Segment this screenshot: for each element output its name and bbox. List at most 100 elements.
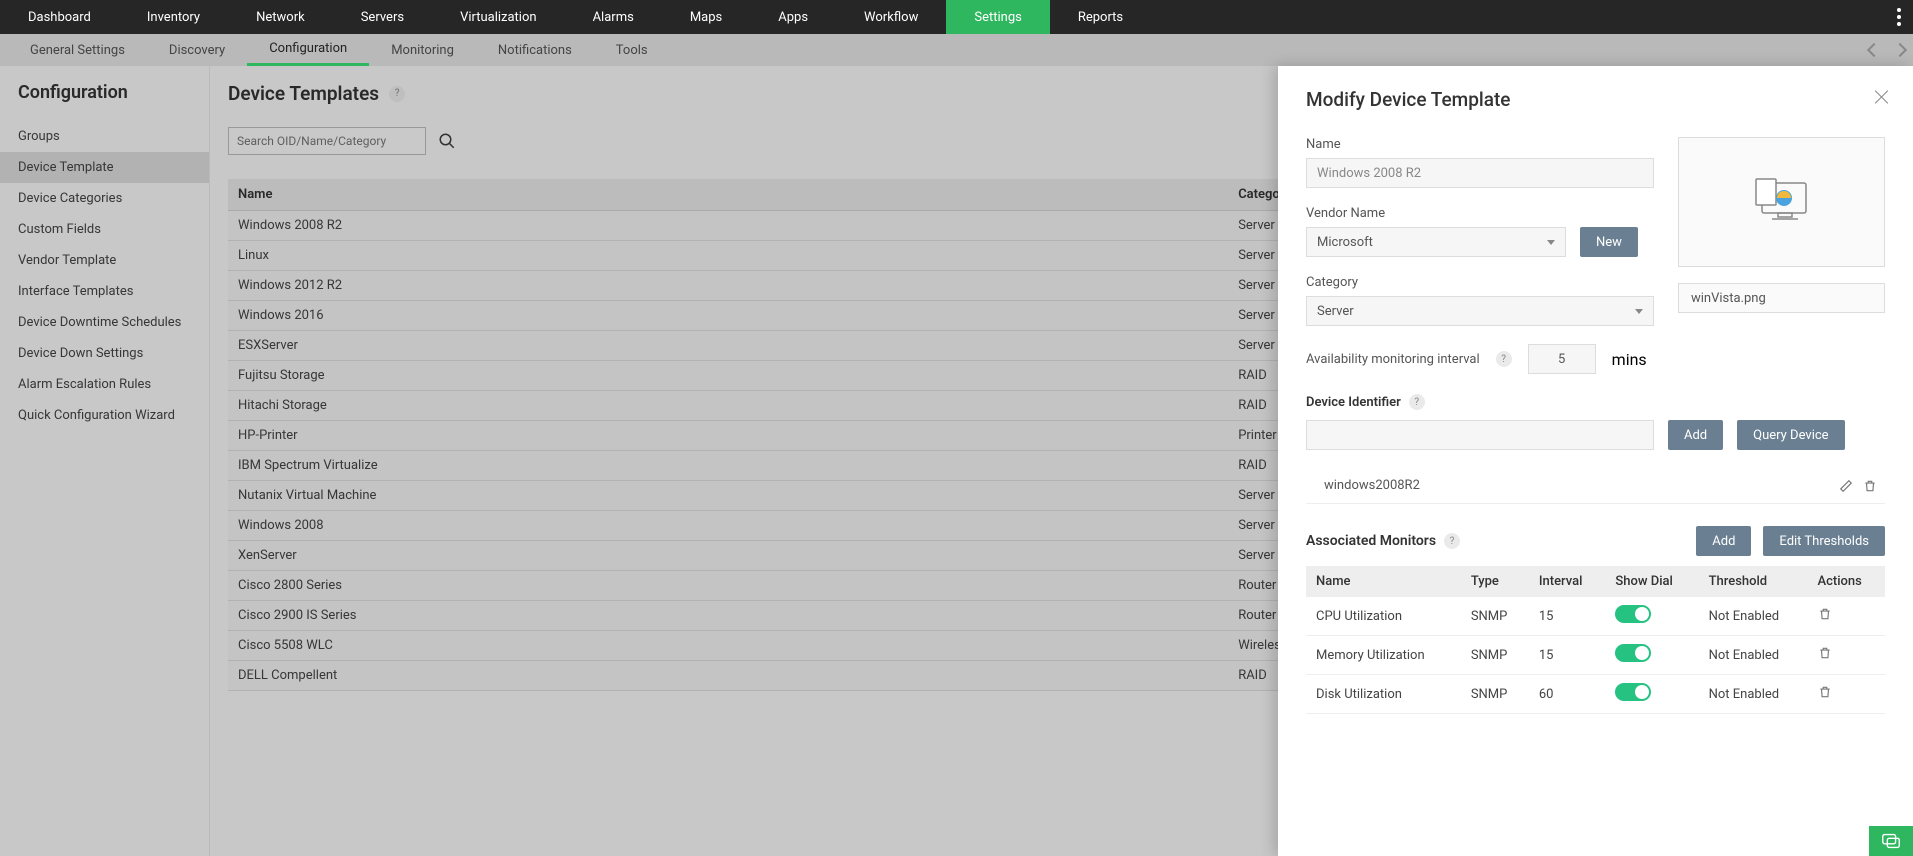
help-icon[interactable]: ? <box>1444 533 1460 549</box>
subnav-monitoring[interactable]: Monitoring <box>369 34 476 66</box>
chevron-left-icon[interactable] <box>1867 43 1881 57</box>
mon-name: Memory Utilization <box>1306 636 1461 675</box>
sidebar-item-quick-configuration-wizard[interactable]: Quick Configuration Wizard <box>0 400 209 431</box>
cell-name: Hitachi Storage <box>228 391 1228 421</box>
help-icon[interactable]: ? <box>389 86 405 102</box>
vendor-new-button[interactable]: New <box>1580 227 1638 257</box>
nav-virtualization[interactable]: Virtualization <box>432 0 565 34</box>
mon-type: SNMP <box>1461 675 1529 714</box>
search-input[interactable] <box>228 127 426 155</box>
cell-name: Windows 2008 <box>228 511 1228 541</box>
close-icon[interactable] <box>1873 88 1891 106</box>
cell-name: Windows 2008 R2 <box>228 211 1228 241</box>
help-icon[interactable]: ? <box>1409 394 1425 410</box>
trash-icon[interactable] <box>1818 607 1832 621</box>
mon-col-type: Type <box>1461 566 1529 597</box>
subnav-general-settings[interactable]: General Settings <box>8 34 147 66</box>
sidebar-item-vendor-template[interactable]: Vendor Template <box>0 245 209 276</box>
edit-icon[interactable] <box>1839 479 1853 493</box>
modify-template-panel: Modify Device Template Name Vendor Name … <box>1278 66 1913 856</box>
device-id-query-button[interactable]: Query Device <box>1737 420 1844 450</box>
category-select[interactable]: Server <box>1306 296 1654 326</box>
assoc-edit-thresholds-button[interactable]: Edit Thresholds <box>1763 526 1885 556</box>
subnav-discovery[interactable]: Discovery <box>147 34 247 66</box>
sidebar-item-device-downtime-schedules[interactable]: Device Downtime Schedules <box>0 307 209 338</box>
col-header-name[interactable]: Name <box>228 179 1228 211</box>
top-nav: Dashboard Inventory Network Servers Virt… <box>0 0 1913 34</box>
cell-name: HP-Printer <box>228 421 1228 451</box>
cell-name: Cisco 5508 WLC <box>228 631 1228 661</box>
name-input[interactable] <box>1306 158 1654 188</box>
mon-col-name: Name <box>1306 566 1461 597</box>
mon-name: CPU Utilization <box>1306 597 1461 636</box>
left-sidebar: Configuration Groups Device Template Dev… <box>0 66 210 856</box>
chat-fab[interactable] <box>1869 826 1913 856</box>
mon-threshold: Not Enabled <box>1699 675 1808 714</box>
chevron-right-icon[interactable] <box>1893 43 1907 57</box>
sidebar-item-custom-fields[interactable]: Custom Fields <box>0 214 209 245</box>
mon-interval: 15 <box>1529 597 1606 636</box>
nav-alarms[interactable]: Alarms <box>565 0 662 34</box>
subnav-configuration[interactable]: Configuration <box>247 34 369 66</box>
show-dial-toggle[interactable] <box>1615 605 1651 623</box>
show-dial-toggle[interactable] <box>1615 683 1651 701</box>
chat-icon <box>1880 830 1902 852</box>
sidebar-item-device-down-settings[interactable]: Device Down Settings <box>0 338 209 369</box>
cell-name: DELL Compellent <box>228 661 1228 691</box>
sidebar-item-device-categories[interactable]: Device Categories <box>0 183 209 214</box>
nav-maps[interactable]: Maps <box>662 0 750 34</box>
help-icon[interactable]: ? <box>1496 351 1512 367</box>
trash-icon[interactable] <box>1818 685 1832 699</box>
device-id-input[interactable] <box>1306 420 1654 450</box>
avail-interval-input[interactable] <box>1528 344 1596 374</box>
mon-threshold: Not Enabled <box>1699 636 1808 675</box>
mon-col-actions: Actions <box>1808 566 1886 597</box>
cell-name: Fujitsu Storage <box>228 361 1228 391</box>
mon-interval: 60 <box>1529 675 1606 714</box>
nav-apps[interactable]: Apps <box>750 0 836 34</box>
category-value: Server <box>1317 304 1354 319</box>
nav-workflow[interactable]: Workflow <box>836 0 946 34</box>
monitors-table: Name Type Interval Show Dial Threshold A… <box>1306 566 1885 714</box>
subnav-tools[interactable]: Tools <box>594 34 670 66</box>
sidebar-item-device-template[interactable]: Device Template <box>0 152 209 183</box>
subnav-notifications[interactable]: Notifications <box>476 34 594 66</box>
show-dial-toggle[interactable] <box>1615 644 1651 662</box>
search-icon[interactable] <box>438 132 456 150</box>
monitor-row: Memory Utilization SNMP 15 Not Enabled <box>1306 636 1885 675</box>
mon-type: SNMP <box>1461 636 1529 675</box>
kebab-menu-icon[interactable] <box>1897 0 1901 34</box>
caret-down-icon <box>1635 309 1643 314</box>
nav-network[interactable]: Network <box>228 0 333 34</box>
device-id-add-button[interactable]: Add <box>1668 420 1723 450</box>
cell-name: Cisco 2800 Series <box>228 571 1228 601</box>
device-id-label: Device Identifier <box>1306 395 1401 410</box>
cell-name: XenServer <box>228 541 1228 571</box>
nav-settings[interactable]: Settings <box>946 0 1049 34</box>
trash-icon[interactable] <box>1818 646 1832 660</box>
sidebar-item-alarm-escalation-rules[interactable]: Alarm Escalation Rules <box>0 369 209 400</box>
assoc-add-button[interactable]: Add <box>1696 526 1751 556</box>
trash-icon[interactable] <box>1863 479 1877 493</box>
vendor-label: Vendor Name <box>1306 206 1654 221</box>
sidebar-item-interface-templates[interactable]: Interface Templates <box>0 276 209 307</box>
nav-reports[interactable]: Reports <box>1050 0 1151 34</box>
sidebar-item-groups[interactable]: Groups <box>0 121 209 152</box>
nav-dashboard[interactable]: Dashboard <box>0 0 119 34</box>
nav-inventory[interactable]: Inventory <box>119 0 228 34</box>
image-name-select[interactable]: winVista.png <box>1678 283 1885 313</box>
cell-name: Cisco 2900 IS Series <box>228 601 1228 631</box>
cell-name: Nutanix Virtual Machine <box>228 481 1228 511</box>
mon-name: Disk Utilization <box>1306 675 1461 714</box>
mon-threshold: Not Enabled <box>1699 597 1808 636</box>
image-name-value: winVista.png <box>1691 291 1766 306</box>
mon-col-show-dial: Show Dial <box>1605 566 1698 597</box>
avail-label: Availability monitoring interval <box>1306 352 1480 367</box>
cell-name: ESXServer <box>228 331 1228 361</box>
caret-down-icon <box>1547 240 1555 245</box>
vendor-select[interactable]: Microsoft <box>1306 227 1566 257</box>
monitor-icon <box>1752 177 1812 227</box>
mon-interval: 15 <box>1529 636 1606 675</box>
nav-servers[interactable]: Servers <box>333 0 432 34</box>
identifier-row: windows2008R2 <box>1306 468 1885 504</box>
